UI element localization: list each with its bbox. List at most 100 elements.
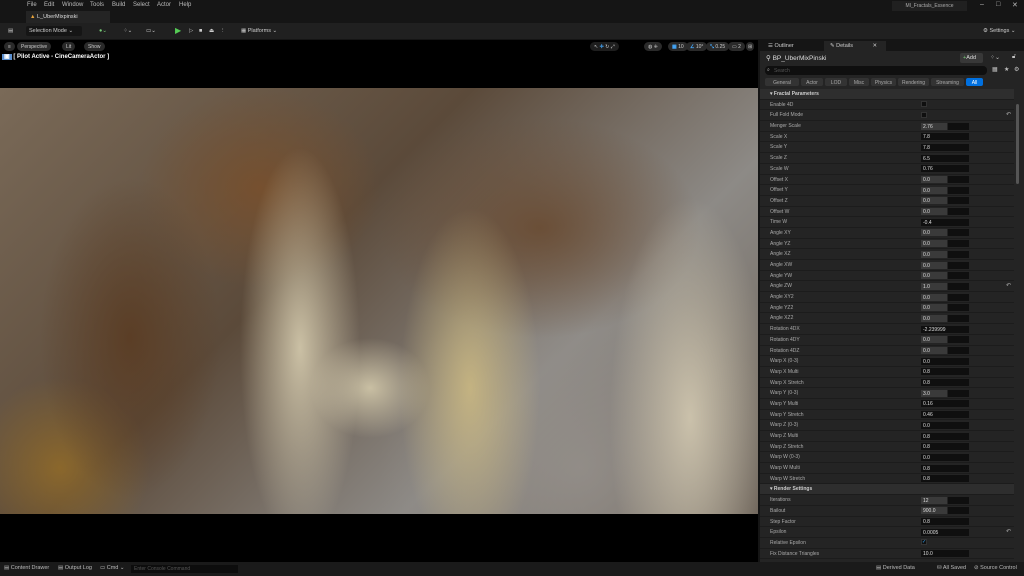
property-checkbox[interactable]: [921, 101, 927, 108]
transform-tools[interactable]: ↖ ✛ ↻ ⤢: [590, 42, 619, 51]
property-value-input[interactable]: -2.239999: [921, 325, 969, 333]
property-value-input[interactable]: 0.0: [921, 229, 969, 237]
derived-data-button[interactable]: ▤ Derived Data: [876, 565, 915, 571]
scale-snap-button[interactable]: ⤡ 0.25: [706, 42, 730, 51]
gear-icon[interactable]: ⚙: [1014, 66, 1019, 73]
perspective-button[interactable]: Perspective: [17, 42, 52, 51]
favorites-star-icon[interactable]: ★: [1004, 66, 1009, 73]
tab-outliner[interactable]: ☰ Outliner: [762, 41, 800, 51]
property-value-input[interactable]: 0.0005: [921, 528, 969, 536]
property-value-input[interactable]: 12: [921, 496, 969, 504]
category-lod[interactable]: LOD: [825, 78, 847, 86]
world-local-icon[interactable]: ◍ ⁜: [644, 42, 662, 51]
property-value-input[interactable]: -0.4: [921, 218, 969, 226]
property-value-input[interactable]: 0.0: [921, 314, 969, 322]
reset-to-default-icon[interactable]: ↶: [1006, 528, 1011, 535]
section-header[interactable]: ▾ Render Settings: [760, 484, 1014, 496]
menu-build[interactable]: Build: [112, 2, 125, 8]
menu-window[interactable]: Window: [62, 2, 83, 8]
property-value-input[interactable]: 0.0: [921, 250, 969, 258]
category-rendering[interactable]: Rendering: [898, 78, 929, 86]
property-value-input[interactable]: 0.8: [921, 379, 969, 387]
more-options-icon[interactable]: ⋮: [217, 26, 229, 36]
details-scrollbar[interactable]: [1016, 104, 1019, 184]
add-component-button[interactable]: +Add: [960, 53, 983, 63]
property-value-input[interactable]: 0.0: [921, 293, 969, 301]
property-value-input[interactable]: 0.76: [921, 165, 969, 173]
property-value-input[interactable]: 0.8: [921, 443, 969, 451]
level-tab[interactable]: ▲ L_UberMixpinski: [26, 11, 110, 23]
minimize-button[interactable]: –: [980, 1, 984, 8]
property-value-input[interactable]: 0.0: [921, 336, 969, 344]
close-tab-icon[interactable]: ✕: [872, 43, 877, 49]
property-value-input[interactable]: 2.76: [921, 122, 969, 130]
section-header[interactable]: ▾ Fractal Parameters: [760, 89, 1014, 100]
property-value-input[interactable]: 0.0: [921, 176, 969, 183]
property-value-input[interactable]: 0.8: [921, 368, 969, 376]
property-value-input[interactable]: 0.0: [921, 421, 969, 429]
property-value-input[interactable]: 3.0: [921, 389, 969, 397]
platforms-dropdown[interactable]: ▦ Platforms ⌄: [238, 26, 280, 36]
lit-button[interactable]: Lit: [62, 42, 76, 51]
property-checkbox[interactable]: [921, 111, 927, 118]
stop-button[interactable]: ■: [196, 26, 205, 36]
console-input[interactable]: Enter Console Command: [131, 565, 238, 573]
property-value-input[interactable]: 0.0: [921, 347, 969, 354]
property-value-input[interactable]: 0.0: [921, 261, 969, 269]
property-value-input[interactable]: 0.0: [921, 453, 969, 461]
property-value-input[interactable]: 0.46: [921, 411, 969, 419]
property-value-input[interactable]: 0.0: [921, 357, 969, 365]
lock-icon[interactable]: 🔓︎: [1012, 54, 1016, 61]
step-button[interactable]: ▷: [186, 26, 196, 36]
selection-mode-dropdown[interactable]: Selection Mode ⌄: [26, 26, 82, 36]
property-value-input[interactable]: 0.16: [921, 400, 969, 408]
menu-tools[interactable]: Tools: [90, 2, 104, 8]
reset-to-default-icon[interactable]: ↶: [1006, 111, 1011, 118]
property-value-input[interactable]: 7.8: [921, 133, 969, 141]
source-control-button[interactable]: ⊘ Source Control: [974, 565, 1017, 571]
property-value-input[interactable]: 10.0: [921, 550, 969, 558]
camera-speed-button[interactable]: ▭ 2: [728, 42, 745, 51]
category-actor[interactable]: Actor: [801, 78, 823, 86]
details-search-input[interactable]: Search: [765, 66, 987, 75]
property-value-input[interactable]: 0.0: [921, 208, 969, 216]
menu-edit[interactable]: Edit: [44, 2, 54, 8]
category-physics[interactable]: Physics: [871, 78, 896, 86]
menu-file[interactable]: File: [27, 2, 37, 8]
property-checkbox[interactable]: ✓: [921, 539, 927, 546]
show-button[interactable]: Show: [84, 42, 105, 51]
angle-snap-button[interactable]: ∠ 10°: [686, 42, 708, 51]
category-misc[interactable]: Misc: [849, 78, 869, 86]
menu-help[interactable]: Help: [179, 2, 191, 8]
property-value-input[interactable]: 0.0: [921, 240, 969, 248]
cinematics-icon[interactable]: ▭⌄: [143, 26, 159, 36]
settings-dropdown[interactable]: ⚙ Settings ⌄: [980, 26, 1018, 36]
all-saved-button[interactable]: ⛁ All Saved: [937, 565, 966, 571]
property-value-input[interactable]: 0.0: [921, 304, 969, 312]
blueprint-icon[interactable]: ⁘⌄: [120, 26, 135, 36]
add-content-icon[interactable]: ●⌄: [96, 26, 110, 36]
menu-select[interactable]: Select: [133, 2, 150, 8]
property-value-input[interactable]: 0.8: [921, 464, 969, 472]
maximize-button[interactable]: □: [996, 1, 1000, 8]
maximize-viewport-icon[interactable]: ⊞: [746, 42, 755, 51]
tab-details[interactable]: ✎ Details ✕: [824, 41, 886, 51]
property-value-input[interactable]: 0.8: [921, 432, 969, 440]
viewport-menu-button[interactable]: ≡: [4, 42, 15, 51]
category-general[interactable]: General: [765, 78, 799, 86]
property-value-input[interactable]: 0.0: [921, 272, 969, 280]
category-streaming[interactable]: Streaming: [931, 78, 964, 86]
property-value-input[interactable]: 900.0: [921, 507, 969, 515]
reset-to-default-icon[interactable]: ↶: [1006, 282, 1011, 289]
close-button[interactable]: ✕: [1012, 1, 1018, 9]
grid-snap-button[interactable]: ▦ 10: [668, 42, 688, 51]
property-matrix-icon[interactable]: ▦: [992, 66, 998, 73]
category-all[interactable]: All: [966, 78, 983, 86]
property-value-input[interactable]: 1.0: [921, 282, 969, 290]
save-icon[interactable]: ▤: [5, 26, 16, 36]
content-drawer-button[interactable]: ▤ Content Drawer: [4, 565, 49, 571]
property-value-input[interactable]: 0.8: [921, 518, 969, 525]
cmd-dropdown[interactable]: ▭ Cmd ⌄: [100, 565, 125, 571]
property-value-input[interactable]: 7.8: [921, 143, 969, 151]
eject-button[interactable]: ⏏: [206, 26, 217, 36]
